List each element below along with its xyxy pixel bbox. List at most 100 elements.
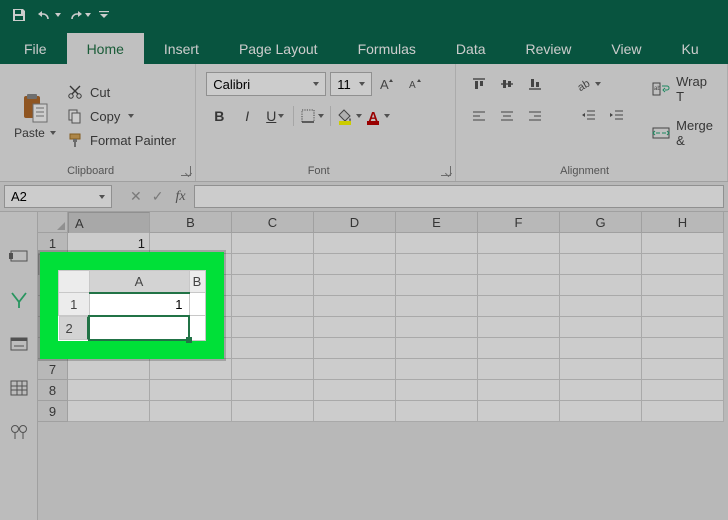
cell-F3[interactable] [478, 275, 560, 296]
col-header-G[interactable]: G [560, 212, 642, 233]
increase-indent-button[interactable] [604, 104, 630, 128]
cell-C2[interactable] [232, 254, 314, 275]
cell-G1[interactable] [560, 233, 642, 254]
cell-E6[interactable] [396, 338, 478, 359]
col-header-E[interactable]: E [396, 212, 478, 233]
cell-C6[interactable] [232, 338, 314, 359]
cell-H9[interactable] [642, 401, 724, 422]
cell-F7[interactable] [478, 359, 560, 380]
cell-H1[interactable] [642, 233, 724, 254]
cell-F1[interactable] [478, 233, 560, 254]
side-tool-2-icon[interactable] [0, 278, 37, 322]
cell-C3[interactable] [232, 275, 314, 296]
row-header-8[interactable]: 8 [38, 380, 68, 401]
name-box[interactable]: A2 [4, 185, 112, 208]
cell-G3[interactable] [560, 275, 642, 296]
cell-F2[interactable] [478, 254, 560, 275]
cell-C8[interactable] [232, 380, 314, 401]
select-all-corner[interactable] [38, 212, 68, 233]
font-launcher[interactable] [441, 166, 451, 176]
cell-D5[interactable] [314, 317, 396, 338]
cell-H8[interactable] [642, 380, 724, 401]
col-header-F[interactable]: F [478, 212, 560, 233]
cell-E7[interactable] [396, 359, 478, 380]
font-color-button[interactable]: A [364, 104, 390, 128]
col-header-H[interactable]: H [642, 212, 724, 233]
tab-page-layout[interactable]: Page Layout [219, 33, 338, 64]
cell-E2[interactable] [396, 254, 478, 275]
side-tool-3-icon[interactable] [0, 322, 37, 366]
cell-D1[interactable] [314, 233, 396, 254]
cell-H6[interactable] [642, 338, 724, 359]
cell-D4[interactable] [314, 296, 396, 317]
cell-G6[interactable] [560, 338, 642, 359]
cell-B1[interactable] [150, 233, 232, 254]
cell-D3[interactable] [314, 275, 396, 296]
wrap-text-button[interactable]: ab Wrap T [648, 72, 717, 106]
col-header-D[interactable]: D [314, 212, 396, 233]
cell-C5[interactable] [232, 317, 314, 338]
cell-F5[interactable] [478, 317, 560, 338]
cell-H3[interactable] [642, 275, 724, 296]
align-left-button[interactable] [466, 104, 492, 128]
cell-H2[interactable] [642, 254, 724, 275]
tab-data[interactable]: Data [436, 33, 506, 64]
cell-F9[interactable] [478, 401, 560, 422]
cell-C4[interactable] [232, 296, 314, 317]
decrease-font-button[interactable]: A [404, 72, 428, 96]
row-header-9[interactable]: 9 [38, 401, 68, 422]
underline-button[interactable]: U [262, 104, 288, 128]
font-name-select[interactable]: Calibri [206, 72, 326, 96]
italic-button[interactable]: I [234, 104, 260, 128]
cell-E9[interactable] [396, 401, 478, 422]
cell-C7[interactable] [232, 359, 314, 380]
enter-formula-icon[interactable]: ✓ [152, 188, 164, 205]
undo-button[interactable] [36, 2, 62, 28]
col-header-C[interactable]: C [232, 212, 314, 233]
align-center-button[interactable] [494, 104, 520, 128]
side-tool-4-icon[interactable] [0, 366, 37, 410]
decrease-indent-button[interactable] [576, 104, 602, 128]
cell-H5[interactable] [642, 317, 724, 338]
cell-G9[interactable] [560, 401, 642, 422]
cell-H4[interactable] [642, 296, 724, 317]
cell-F4[interactable] [478, 296, 560, 317]
redo-button[interactable] [66, 2, 92, 28]
side-tool-5-icon[interactable] [0, 410, 37, 454]
cell-G5[interactable] [560, 317, 642, 338]
tab-truncated[interactable]: Ku [662, 33, 719, 64]
format-painter-button[interactable]: Format Painter [66, 131, 176, 149]
cell-G2[interactable] [560, 254, 642, 275]
cell-B8[interactable] [150, 380, 232, 401]
bold-button[interactable]: B [206, 104, 232, 128]
tab-file[interactable]: File [4, 33, 67, 64]
qat-customize-button[interactable] [96, 2, 112, 28]
align-right-button[interactable] [522, 104, 548, 128]
col-header-B[interactable]: B [150, 212, 232, 233]
cell-F8[interactable] [478, 380, 560, 401]
align-bottom-button[interactable] [522, 72, 548, 96]
cell-B7[interactable] [150, 359, 232, 380]
increase-font-button[interactable]: A [376, 72, 400, 96]
tab-review[interactable]: Review [506, 33, 592, 64]
cell-C9[interactable] [232, 401, 314, 422]
merge-center-button[interactable]: Merge & [648, 116, 717, 150]
formula-input[interactable] [194, 185, 724, 208]
cell-G8[interactable] [560, 380, 642, 401]
tab-formulas[interactable]: Formulas [338, 33, 436, 64]
cell-E5[interactable] [396, 317, 478, 338]
copy-button[interactable]: Copy [66, 107, 176, 125]
side-tool-1-icon[interactable] [0, 234, 37, 278]
align-middle-button[interactable] [494, 72, 520, 96]
cell-B9[interactable] [150, 401, 232, 422]
paste-button[interactable]: Paste [10, 70, 60, 162]
font-size-select[interactable]: 11 [330, 72, 372, 96]
align-top-button[interactable] [466, 72, 492, 96]
cell-D2[interactable] [314, 254, 396, 275]
cut-button[interactable]: Cut [66, 83, 176, 101]
cell-G7[interactable] [560, 359, 642, 380]
cell-F6[interactable] [478, 338, 560, 359]
tab-home[interactable]: Home [67, 33, 144, 64]
row-header-1[interactable]: 1 [38, 233, 68, 254]
cell-A1[interactable]: 1 [68, 233, 150, 254]
